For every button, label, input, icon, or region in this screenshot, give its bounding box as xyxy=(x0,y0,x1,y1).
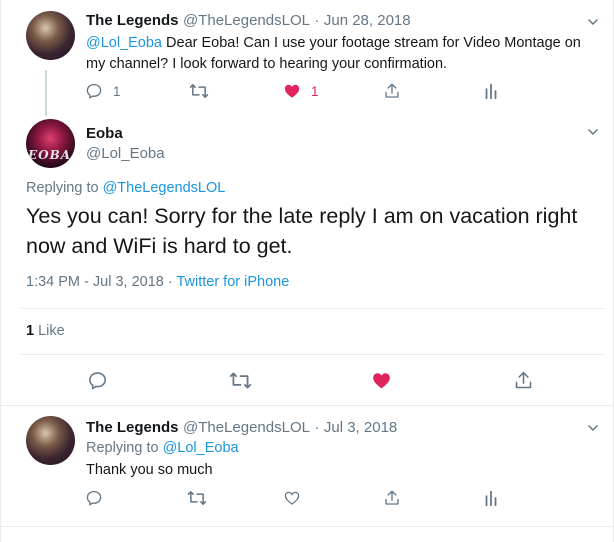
tweet-meta: 1:34 PM - Jul 3, 2018 · Twitter for iPho… xyxy=(26,274,289,290)
author-handle[interactable]: @Lol_Eoba xyxy=(86,145,165,162)
retweet-button[interactable] xyxy=(229,368,252,392)
parent-tweet[interactable]: The Legends @TheLegendsLOL · Jun 28, 201… xyxy=(11,0,605,116)
divider xyxy=(21,308,605,309)
like-icon xyxy=(284,84,300,98)
reply-icon xyxy=(86,83,102,99)
main-tweet: EOBA Eoba @Lol_Eoba Replying to @TheLege… xyxy=(11,110,605,405)
retweet-button[interactable] xyxy=(187,486,207,510)
mention-link[interactable]: @Lol_Eoba xyxy=(86,35,162,51)
replying-label: Replying to xyxy=(86,440,163,456)
author-handle[interactable]: @TheLegendsLOL xyxy=(183,12,310,29)
avatar-logo: EOBA xyxy=(28,148,72,162)
reply-button[interactable] xyxy=(87,368,108,392)
share-button[interactable] xyxy=(383,79,401,103)
share-button[interactable] xyxy=(513,368,534,392)
tweet-header: The Legends @TheLegendsLOL · Jun 28, 201… xyxy=(86,12,411,30)
divider xyxy=(21,354,605,355)
avatar[interactable]: EOBA xyxy=(26,119,75,168)
chevron-down-icon[interactable] xyxy=(587,16,599,28)
like-count: 1 xyxy=(311,83,319,99)
replying-to: Replying to @Lol_Eoba xyxy=(86,440,239,456)
replying-to-link[interactable]: @Lol_Eoba xyxy=(163,440,239,456)
tweet-date[interactable]: Jul 3, 2018 xyxy=(324,419,397,436)
reply-icon xyxy=(89,371,106,390)
analytics-icon xyxy=(485,83,497,100)
like-button[interactable]: 1 xyxy=(283,79,319,103)
likes-label: Like xyxy=(34,323,65,339)
tweet-date[interactable]: Jun 28, 2018 xyxy=(324,12,411,29)
retweet-icon xyxy=(189,84,209,98)
divider xyxy=(1,526,614,527)
author-name[interactable]: The Legends xyxy=(86,12,179,29)
author-handle[interactable]: @TheLegendsLOL xyxy=(183,419,310,436)
tweet-text: @Lol_Eoba Dear Eoba! Can I use your foot… xyxy=(86,33,598,75)
tweet-source[interactable]: Twitter for iPhone xyxy=(176,274,289,290)
separator-dot: · xyxy=(314,419,320,436)
analytics-button[interactable] xyxy=(483,486,499,510)
tweet-thread-panel: The Legends @TheLegendsLOL · Jun 28, 201… xyxy=(0,0,614,542)
share-icon xyxy=(385,490,399,505)
separator-dot: · xyxy=(163,274,177,290)
author-name[interactable]: The Legends xyxy=(86,419,179,436)
share-icon xyxy=(515,371,532,388)
avatar[interactable] xyxy=(26,11,75,60)
analytics-button[interactable] xyxy=(483,79,499,103)
likes-summary[interactable]: 1 Like xyxy=(26,323,65,339)
like-button[interactable] xyxy=(371,368,392,392)
chevron-down-icon[interactable] xyxy=(587,126,599,138)
reply-count: 1 xyxy=(113,83,121,99)
replying-label: Replying to xyxy=(26,180,103,196)
tweet-actions xyxy=(11,368,605,392)
reply-tweet[interactable]: The Legends @TheLegendsLOL · Jul 3, 2018… xyxy=(11,406,605,526)
tweet-text: Yes you can! Sorry for the late reply I … xyxy=(26,204,578,258)
retweet-icon xyxy=(187,491,207,505)
tweet-actions xyxy=(11,486,605,510)
reply-icon xyxy=(86,490,102,506)
replying-to: Replying to @TheLegendsLOL xyxy=(26,180,225,196)
tweet-timestamp[interactable]: 1:34 PM - Jul 3, 2018 xyxy=(26,274,164,290)
avatar[interactable] xyxy=(26,416,75,465)
chevron-down-icon[interactable] xyxy=(587,422,599,434)
tweet-header: The Legends @TheLegendsLOL · Jul 3, 2018 xyxy=(86,419,397,437)
author-name[interactable]: Eoba xyxy=(86,125,123,142)
retweet-icon xyxy=(229,372,252,388)
share-icon xyxy=(385,83,399,98)
like-button[interactable] xyxy=(283,486,301,510)
replying-to-link[interactable]: @TheLegendsLOL xyxy=(103,180,226,196)
analytics-icon xyxy=(485,490,497,507)
reply-button[interactable]: 1 xyxy=(85,79,121,103)
like-icon xyxy=(373,372,390,388)
likes-count: 1 xyxy=(26,323,35,339)
reply-button[interactable] xyxy=(85,486,103,510)
tweet-text: Thank you so much xyxy=(86,462,213,478)
share-button[interactable] xyxy=(383,486,401,510)
separator-dot: · xyxy=(314,12,320,29)
tweet-actions: 1 1 xyxy=(11,79,605,103)
retweet-button[interactable] xyxy=(189,79,209,103)
like-icon xyxy=(284,491,300,505)
